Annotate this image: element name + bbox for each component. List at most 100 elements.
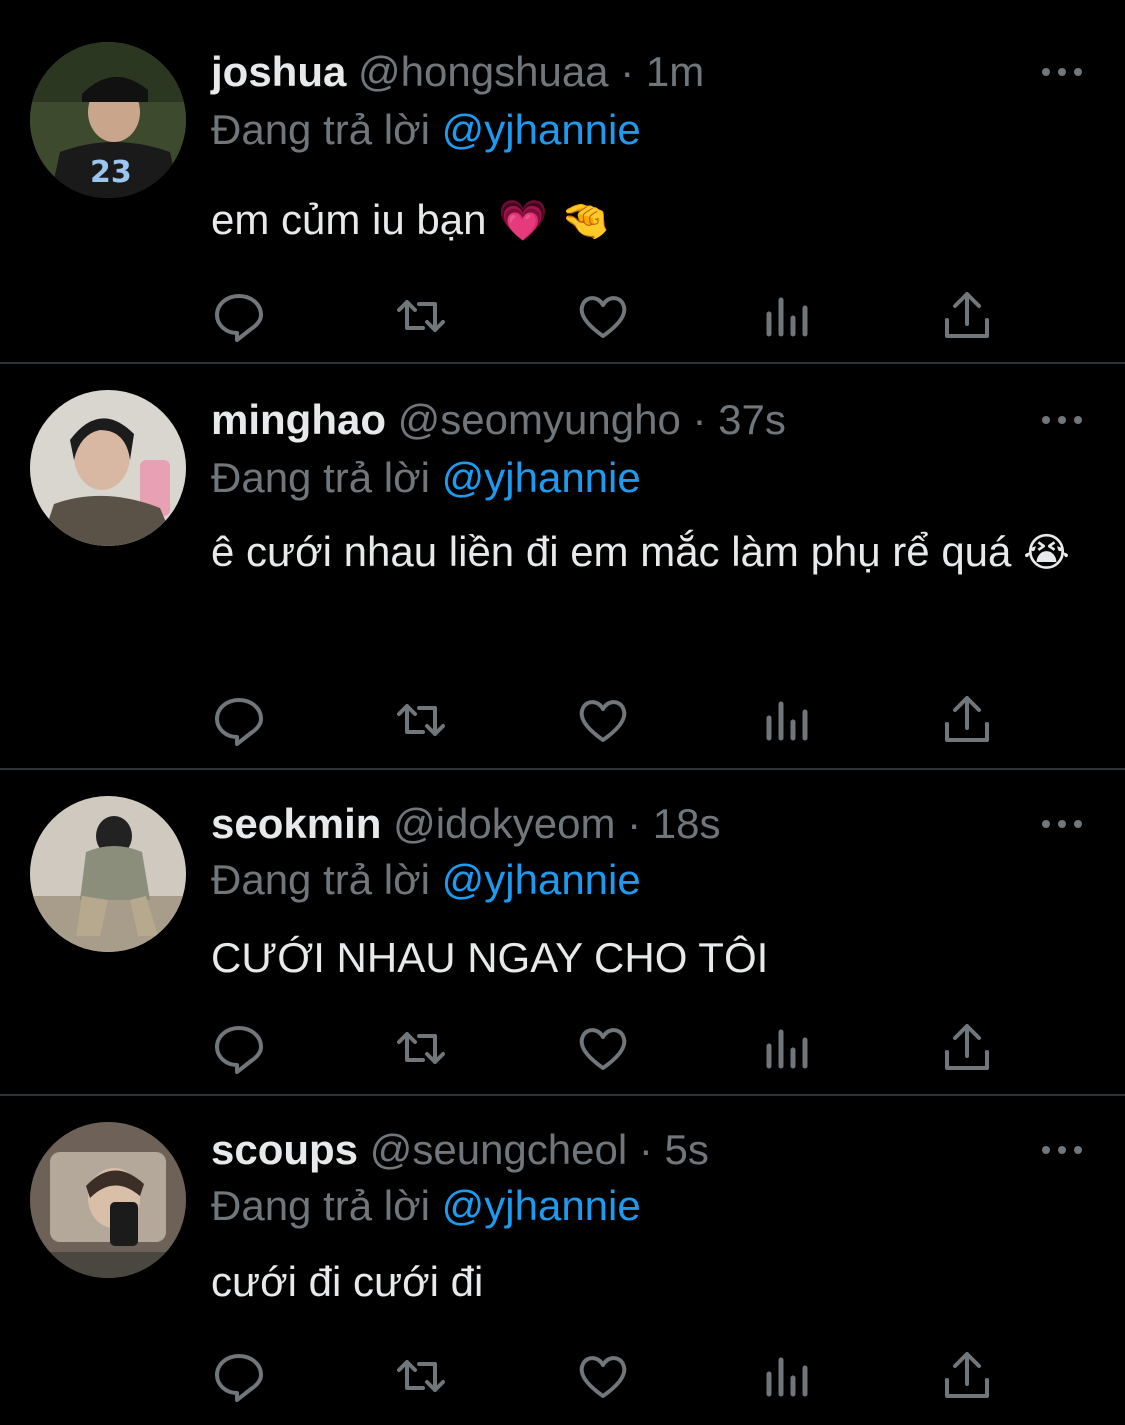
more-horizontal-icon bbox=[1042, 820, 1082, 828]
more-horizontal-icon bbox=[1042, 68, 1082, 76]
share-button[interactable] bbox=[939, 288, 995, 344]
share-button[interactable] bbox=[939, 1020, 995, 1076]
mention-link[interactable]: @yjhannie bbox=[442, 1182, 641, 1229]
like-button[interactable] bbox=[575, 1020, 631, 1076]
avatar[interactable]: 23 bbox=[30, 42, 186, 198]
retweet-button[interactable] bbox=[393, 288, 449, 344]
replying-to: Đang trả lời @yjhannie bbox=[211, 1178, 641, 1234]
user-handle[interactable]: @hongshuaa bbox=[358, 48, 609, 95]
more-options-button[interactable] bbox=[1040, 814, 1084, 834]
tweet-text-content: CƯỚI NHAU NGAY CHO TÔI bbox=[211, 934, 769, 981]
timestamp[interactable]: 18s bbox=[653, 800, 721, 847]
replying-to-label: Đang trả lời bbox=[211, 1182, 442, 1229]
reply-icon bbox=[215, 698, 263, 746]
views-button[interactable] bbox=[759, 288, 815, 344]
action-bar bbox=[211, 1020, 1011, 1076]
tweet-header: scoups @seungcheol · 5s bbox=[211, 1122, 709, 1178]
retweet-icon bbox=[397, 704, 445, 736]
display-name[interactable]: joshua bbox=[211, 48, 346, 95]
timestamp[interactable]: 37s bbox=[718, 396, 786, 443]
tweet-emoji: 😭 bbox=[1023, 530, 1070, 576]
mention-link[interactable]: @yjhannie bbox=[442, 106, 641, 153]
tweet-minghao[interactable]: minghao @seomyungho · 37s Đang trả lời @… bbox=[0, 364, 1125, 768]
replying-to: Đang trả lời @yjhannie bbox=[211, 450, 641, 506]
like-button[interactable] bbox=[575, 288, 631, 344]
tweet-scoups[interactable]: scoups @seungcheol · 5s Đang trả lời @yj… bbox=[0, 1096, 1125, 1425]
tweet-seokmin[interactable]: seokmin @idokyeom · 18s Đang trả lời @yj… bbox=[0, 770, 1125, 1094]
views-icon bbox=[766, 701, 808, 741]
tweet-joshua[interactable]: 23 joshua @hongshuaa · 1m Đang trả lời @… bbox=[0, 0, 1125, 362]
share-icon bbox=[945, 1352, 989, 1398]
svg-text:23: 23 bbox=[90, 155, 132, 190]
user-handle[interactable]: @seomyungho bbox=[398, 396, 681, 443]
reply-button[interactable] bbox=[211, 288, 267, 344]
tweet-text: cưới đi cưới đi bbox=[211, 1246, 1091, 1318]
meta-separator: · bbox=[608, 48, 646, 95]
meta-separator: · bbox=[680, 396, 719, 443]
meta-separator: · bbox=[615, 800, 653, 847]
reply-icon bbox=[215, 294, 263, 342]
meta-separator: · bbox=[627, 1126, 665, 1173]
tweet-text: em củm iu bạn 💗 🤏 bbox=[211, 184, 1091, 257]
reply-button[interactable] bbox=[211, 1020, 267, 1076]
avatar[interactable] bbox=[30, 1122, 186, 1278]
display-name[interactable]: minghao bbox=[211, 396, 386, 443]
action-bar bbox=[211, 1348, 1011, 1404]
views-icon bbox=[766, 1029, 808, 1069]
replying-to-label: Đang trả lời bbox=[211, 106, 442, 153]
mention-link[interactable]: @yjhannie bbox=[442, 454, 641, 501]
more-options-button[interactable] bbox=[1040, 410, 1084, 430]
tweet-text-content: em củm iu bạn bbox=[211, 196, 487, 243]
replying-to-label: Đang trả lời bbox=[211, 454, 442, 501]
more-horizontal-icon bbox=[1042, 416, 1082, 424]
share-button[interactable] bbox=[939, 692, 995, 748]
share-icon bbox=[945, 1024, 989, 1070]
display-name[interactable]: seokmin bbox=[211, 800, 381, 847]
tweet-header: joshua @hongshuaa · 1m bbox=[211, 44, 704, 100]
share-icon bbox=[945, 292, 989, 338]
timestamp[interactable]: 5s bbox=[665, 1126, 709, 1173]
replying-to: Đang trả lời @yjhannie bbox=[211, 102, 641, 158]
tweet-header: minghao @seomyungho · 37s bbox=[211, 392, 786, 448]
tweet-text-content: cưới đi cưới đi bbox=[211, 1258, 484, 1305]
more-options-button[interactable] bbox=[1040, 62, 1084, 82]
tweet-text-content: ê cưới nhau liền đi em mắc làm phụ rể qu… bbox=[211, 528, 1012, 575]
display-name[interactable]: scoups bbox=[211, 1126, 358, 1173]
replying-to-label: Đang trả lời bbox=[211, 856, 442, 903]
tweet-text: ê cưới nhau liền đi em mắc làm phụ rể qu… bbox=[211, 516, 1071, 589]
share-button[interactable] bbox=[939, 1348, 995, 1404]
retweet-button[interactable] bbox=[393, 1348, 449, 1404]
user-handle[interactable]: @idokyeom bbox=[393, 800, 615, 847]
avatar[interactable] bbox=[30, 390, 186, 546]
views-button[interactable] bbox=[759, 692, 815, 748]
more-options-button[interactable] bbox=[1040, 1140, 1084, 1160]
user-handle[interactable]: @seungcheol bbox=[370, 1126, 627, 1173]
retweet-button[interactable] bbox=[393, 692, 449, 748]
mention-link[interactable]: @yjhannie bbox=[442, 856, 641, 903]
retweet-icon bbox=[397, 1032, 445, 1064]
like-button[interactable] bbox=[575, 1348, 631, 1404]
like-button[interactable] bbox=[575, 692, 631, 748]
like-icon bbox=[579, 700, 627, 742]
tweet-emoji: 💗 🤏 bbox=[498, 198, 611, 244]
retweet-icon bbox=[397, 300, 445, 332]
avatar[interactable] bbox=[30, 796, 186, 952]
like-icon bbox=[579, 296, 627, 338]
retweet-button[interactable] bbox=[393, 1020, 449, 1076]
replying-to: Đang trả lời @yjhannie bbox=[211, 852, 641, 908]
like-icon bbox=[579, 1028, 627, 1070]
action-bar bbox=[211, 288, 1011, 344]
tweet-text: CƯỚI NHAU NGAY CHO TÔI bbox=[211, 922, 1091, 994]
reply-button[interactable] bbox=[211, 1348, 267, 1404]
views-icon bbox=[766, 1357, 808, 1397]
more-horizontal-icon bbox=[1042, 1146, 1082, 1154]
retweet-icon bbox=[397, 1360, 445, 1392]
views-button[interactable] bbox=[759, 1348, 815, 1404]
reply-button[interactable] bbox=[211, 692, 267, 748]
tweet-header: seokmin @idokyeom · 18s bbox=[211, 796, 721, 852]
views-button[interactable] bbox=[759, 1020, 815, 1076]
reply-icon bbox=[215, 1354, 263, 1402]
timestamp[interactable]: 1m bbox=[646, 48, 704, 95]
like-icon bbox=[579, 1356, 627, 1398]
share-icon bbox=[945, 696, 989, 742]
